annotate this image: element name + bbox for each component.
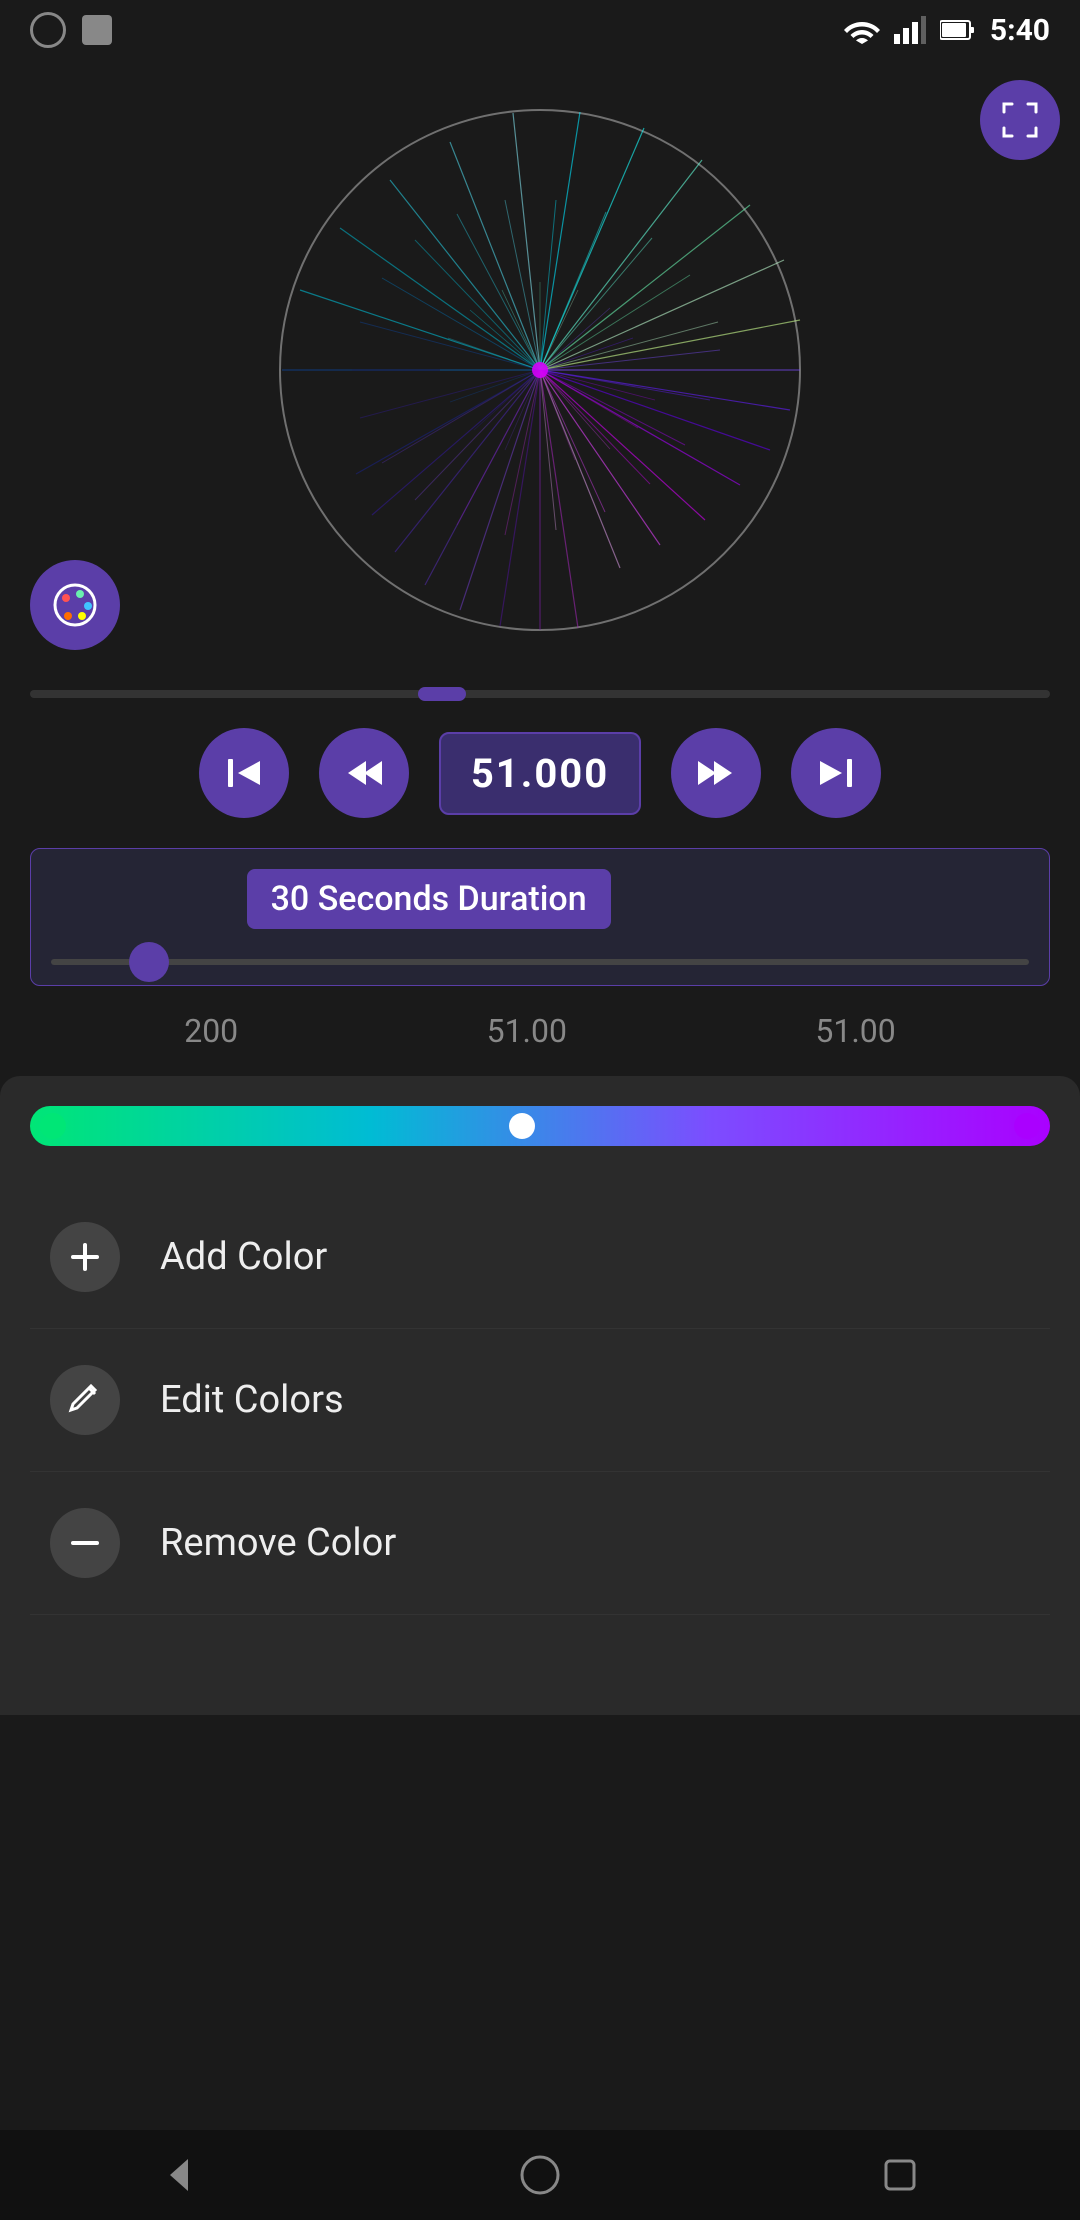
color-panel: Add Color Edit Colors Remove Color — [0, 1076, 1080, 1715]
timeline-thumb[interactable] — [418, 687, 466, 701]
wifi-icon — [844, 16, 880, 44]
fullscreen-icon — [1000, 100, 1040, 140]
edit-colors-icon-circle — [50, 1365, 120, 1435]
recents-icon — [878, 2153, 922, 2197]
skip-forward-icon — [816, 753, 856, 793]
duration-tooltip: 30 Seconds Duration — [247, 869, 611, 929]
add-color-item[interactable]: Add Color — [30, 1186, 1050, 1329]
remove-color-icon-circle — [50, 1508, 120, 1578]
add-icon — [67, 1239, 103, 1275]
stats-row: 200 51.00 51.00 — [0, 996, 1080, 1066]
remove-color-item[interactable]: Remove Color — [30, 1472, 1050, 1615]
gradient-bar[interactable] — [30, 1106, 1050, 1146]
duration-slider-thumb[interactable] — [129, 942, 169, 982]
remove-icon — [67, 1525, 103, 1561]
bottom-nav — [0, 2130, 1080, 2220]
status-right-icons: 5:40 — [844, 13, 1050, 48]
duration-panel: 30 Seconds Duration — [30, 848, 1050, 986]
timeline-track[interactable] — [30, 690, 1050, 698]
edit-colors-label: Edit Colors — [160, 1378, 344, 1422]
back-button[interactable] — [150, 2145, 210, 2205]
playback-controls: 51.000 — [0, 698, 1080, 838]
gradient-stop-mid[interactable] — [509, 1113, 535, 1139]
add-color-label: Add Color — [160, 1235, 327, 1279]
skip-forward-button[interactable] — [791, 728, 881, 818]
back-icon — [158, 2153, 202, 2197]
skip-back-icon — [224, 753, 264, 793]
rewind-icon — [344, 753, 384, 793]
edit-colors-item[interactable]: Edit Colors — [30, 1329, 1050, 1472]
spirograph-display — [260, 90, 820, 650]
palette-button[interactable] — [30, 560, 120, 650]
clock: 5:40 — [990, 13, 1050, 48]
visualization-area — [0, 60, 1080, 680]
fast-forward-icon — [696, 753, 736, 793]
fast-forward-button[interactable] — [671, 728, 761, 818]
fullscreen-button[interactable] — [980, 80, 1060, 160]
home-button[interactable] — [510, 2145, 570, 2205]
value1-stat: 51.00 — [487, 1012, 567, 1050]
gradient-stop-left[interactable] — [40, 1113, 66, 1139]
square-status-icon — [82, 15, 112, 45]
battery-icon — [940, 18, 976, 42]
add-color-icon-circle — [50, 1222, 120, 1292]
circle-status-icon — [30, 12, 66, 48]
remove-color-label: Remove Color — [160, 1521, 396, 1565]
gradient-stop-right[interactable] — [1014, 1113, 1040, 1139]
status-left-icons — [30, 12, 112, 48]
skip-back-button[interactable] — [199, 728, 289, 818]
recents-button[interactable] — [870, 2145, 930, 2205]
signal-icon — [894, 16, 926, 44]
timeline-section — [0, 690, 1080, 698]
time-display: 51.000 — [439, 732, 641, 815]
palette-icon — [52, 582, 98, 628]
home-icon — [518, 2153, 562, 2197]
speed-stat: 200 — [184, 1012, 238, 1050]
duration-slider-track[interactable] — [51, 959, 1029, 965]
edit-icon — [67, 1382, 103, 1418]
rewind-button[interactable] — [319, 728, 409, 818]
value2-stat: 51.00 — [815, 1012, 895, 1050]
status-bar: 5:40 — [0, 0, 1080, 60]
